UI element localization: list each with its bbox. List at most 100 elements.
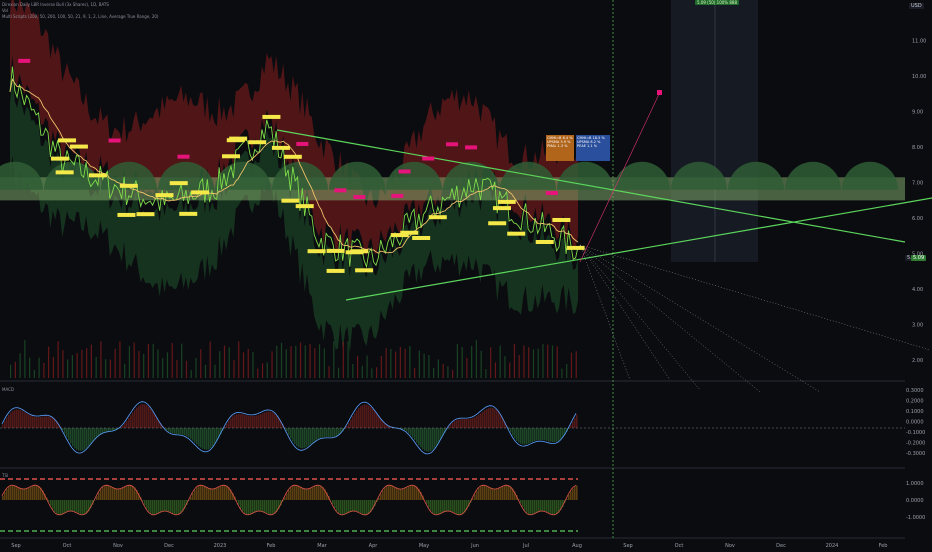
- osc2-bar: [60, 500, 62, 515]
- pink-tag: [18, 59, 30, 63]
- volume-bar: [281, 343, 282, 378]
- osc1-bar: [270, 412, 272, 428]
- osc2-bar: [80, 500, 82, 514]
- osc1-bar: [40, 417, 42, 428]
- osc1-tick: -0.3000: [906, 451, 925, 457]
- yellow-tag: [272, 146, 290, 150]
- osc1-bar: [80, 428, 82, 451]
- osc2-bar: [132, 486, 134, 500]
- pink-tag: [391, 194, 403, 198]
- last-price-badge: 5.09: [911, 255, 926, 261]
- time-tick: Nov: [113, 543, 123, 549]
- volume-bar: [462, 347, 463, 378]
- osc2-bar: [260, 500, 262, 511]
- osc2-bar: [436, 500, 438, 515]
- osc1-bar: [474, 417, 476, 428]
- osc2-bar: [452, 500, 454, 512]
- osc2-bar: [252, 500, 254, 514]
- osc1-tick: 0.1000: [906, 409, 924, 415]
- volume-bar: [96, 357, 97, 378]
- volume-bar: [509, 362, 510, 378]
- osc1-bar: [262, 413, 264, 428]
- osc2-bar: [264, 500, 266, 512]
- osc1-bar: [74, 428, 76, 448]
- osc1-bar: [450, 424, 452, 428]
- osc1-bar: [376, 414, 378, 428]
- price-tick: 8.00: [912, 145, 923, 151]
- osc1-bar: [356, 410, 358, 428]
- osc1-bar: [370, 407, 372, 428]
- osc1-bar: [572, 421, 574, 428]
- osc2-bar: [334, 500, 336, 508]
- volume-bar: [523, 345, 524, 378]
- yellow-tag: [327, 249, 345, 253]
- time-tick: Sep: [623, 543, 632, 549]
- volume-bar: [557, 346, 558, 378]
- osc2-bar: [360, 500, 362, 513]
- osc1-bar: [134, 410, 136, 428]
- price-tick: 3.00: [912, 323, 923, 329]
- currency-badge[interactable]: USD: [909, 3, 924, 9]
- volume-bar: [519, 355, 520, 378]
- osc2-bar: [530, 500, 532, 515]
- volume-bar: [58, 341, 59, 378]
- osc1-bar: [68, 428, 70, 440]
- volume-bar: [229, 347, 230, 378]
- osc2-bar: [106, 485, 108, 500]
- time-tick: Oct: [63, 543, 72, 549]
- osc2-bar: [274, 500, 276, 514]
- osc1-bar: [458, 419, 460, 428]
- yellow-tag: [179, 212, 197, 216]
- osc2-bar: [520, 500, 522, 503]
- osc1-bar: [238, 414, 240, 428]
- volume-bar: [186, 361, 187, 378]
- volume-bar: [105, 359, 106, 378]
- osc2-bar: [224, 485, 226, 500]
- osc2-bar: [156, 500, 158, 514]
- osc1-bar: [30, 416, 32, 428]
- osc1-bar: [260, 414, 262, 428]
- osc1-bar: [138, 406, 140, 428]
- osc1-bar: [44, 416, 46, 428]
- osc1-bar: [466, 419, 468, 428]
- osc2-bar: [442, 500, 444, 513]
- osc2-bar: [316, 485, 318, 500]
- osc1-bar: [166, 428, 168, 430]
- osc1-bar: [254, 416, 256, 428]
- volume-bar: [357, 356, 358, 378]
- osc1-bar: [290, 428, 292, 438]
- osc1-bar: [170, 428, 172, 433]
- osc1-bar: [232, 416, 234, 428]
- osc2-bar: [506, 485, 508, 500]
- osc2-bar: [444, 500, 446, 512]
- osc1-bar: [104, 428, 106, 432]
- volume-bar: [500, 346, 501, 378]
- osc1-bar: [42, 417, 44, 428]
- osc1-bar: [194, 428, 196, 442]
- osc1-bar: [286, 428, 288, 431]
- osc1-bar: [334, 428, 336, 437]
- osc1-bar: [266, 412, 268, 428]
- osc2-bar: [386, 486, 388, 500]
- osc1-bar: [28, 415, 30, 428]
- osc1-bar: [186, 428, 188, 436]
- osc1-bar: [294, 428, 296, 444]
- volume-bar: [257, 369, 258, 378]
- osc1-bar: [538, 428, 540, 440]
- osc1-bar: [22, 411, 24, 428]
- osc1-bar: [510, 428, 512, 432]
- osc2-bar: [384, 488, 386, 500]
- osc2-bar: [478, 488, 480, 500]
- info-left-2: PMAL 1.3 %: [547, 144, 573, 148]
- future-range-box: [671, 0, 758, 262]
- volume-bar: [15, 362, 16, 378]
- osc1-bar: [82, 428, 84, 450]
- osc1-bar: [136, 408, 138, 428]
- osc2-bar: [152, 500, 154, 515]
- osc1-bar: [10, 413, 12, 428]
- volume-bar: [414, 368, 415, 378]
- osc2-bar: [414, 486, 416, 500]
- osc1-bar: [420, 428, 422, 447]
- main-chart-svg[interactable]: 11.0010.009.008.007.006.005.004.003.002.…: [0, 0, 932, 550]
- yellow-tag: [429, 215, 447, 219]
